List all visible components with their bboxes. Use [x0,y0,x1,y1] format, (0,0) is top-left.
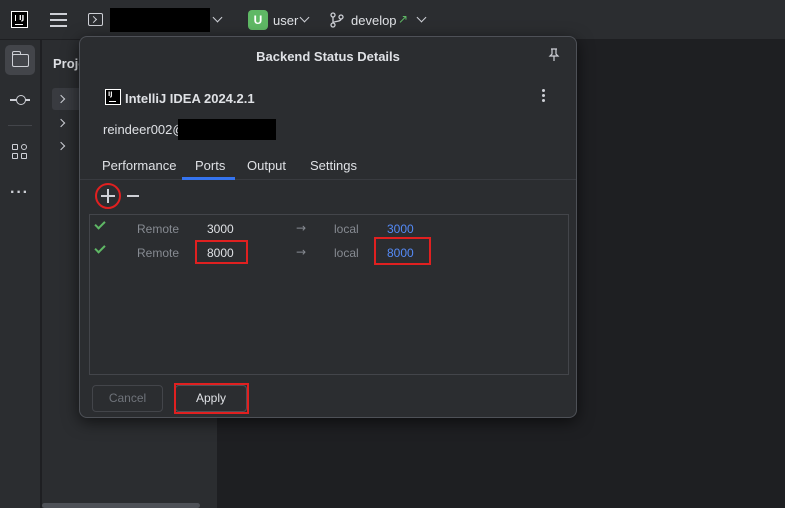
horizontal-scrollbar[interactable] [42,503,200,508]
highlight-box [374,237,431,265]
chevron-down-icon[interactable] [299,12,310,23]
chevron-right-icon[interactable] [56,118,66,128]
main-menu-icon[interactable] [50,13,67,27]
cancel-button[interactable]: Cancel [92,385,163,412]
tab-ports[interactable]: Ports [195,158,225,173]
more-horizontal-icon: ··· [10,184,29,201]
chevron-down-icon[interactable] [416,12,427,23]
highlight-box [195,240,248,264]
local-port-link[interactable]: 3000 [387,222,414,236]
tool-window-strip: ··· [0,40,41,508]
arrow-right-icon: → [296,245,307,259]
branch-selector[interactable]: develop [351,13,397,28]
remove-port-icon[interactable] [125,185,141,207]
chevron-right-icon[interactable] [56,141,66,151]
commit-icon [10,95,30,105]
tab-performance[interactable]: Performance [102,158,176,173]
project-tool-button[interactable] [5,45,35,75]
ports-list: Remote 3000 → local 3000 Remote 8000 → l… [89,214,569,375]
remote-terminal-icon[interactable] [88,13,103,26]
tab-settings[interactable]: Settings [310,158,357,173]
outgoing-changes-icon: ↗ [398,12,409,26]
folder-icon [11,51,29,67]
structure-tool-button[interactable] [5,137,35,167]
backend-status-dialog: Backend Status Details IJ IntelliJ IDEA … [79,36,577,418]
remote-label: Remote [137,222,180,236]
more-tools-button[interactable]: ··· [5,177,35,207]
dialog-title: Backend Status Details [256,49,400,64]
more-vertical-icon[interactable] [539,89,547,105]
arrow-right-icon: → [296,221,307,235]
check-icon [94,218,106,230]
connection-user: reindeer002@ [103,122,186,137]
list-item[interactable]: Remote 3000 → local 3000 [90,217,568,241]
highlight-box [174,383,249,414]
main-toolbar: IJ U user develop ↗ [0,0,785,40]
connection-host-redacted [178,119,276,140]
chevron-right-icon[interactable] [56,94,66,104]
strip-divider [8,125,32,126]
structure-icon [12,144,28,160]
check-icon [94,242,106,254]
ide-name: IntelliJ IDEA 2024.2.1 [125,91,255,106]
intellij-logo-icon[interactable]: IJ [11,11,28,28]
pin-icon[interactable] [548,48,560,62]
chevron-down-icon[interactable] [212,12,223,23]
selected-tab-indicator [182,177,235,180]
intellij-idea-icon: IJ [105,89,121,105]
user-avatar[interactable]: U [248,10,268,30]
local-label: local [334,246,359,260]
git-branch-icon [330,12,344,28]
user-label[interactable]: user [273,13,298,28]
tab-output[interactable]: Output [247,158,286,173]
local-label: local [334,222,359,236]
list-item[interactable]: Remote 8000 → local 8000 [90,241,568,265]
remote-port[interactable]: 3000 [207,222,234,236]
highlight-circle [95,183,121,209]
project-name-redacted[interactable] [110,8,210,32]
commit-tool-button[interactable] [5,85,35,115]
remote-label: Remote [137,246,180,260]
dialog-tabs: Performance Ports Output Settings [80,152,576,180]
